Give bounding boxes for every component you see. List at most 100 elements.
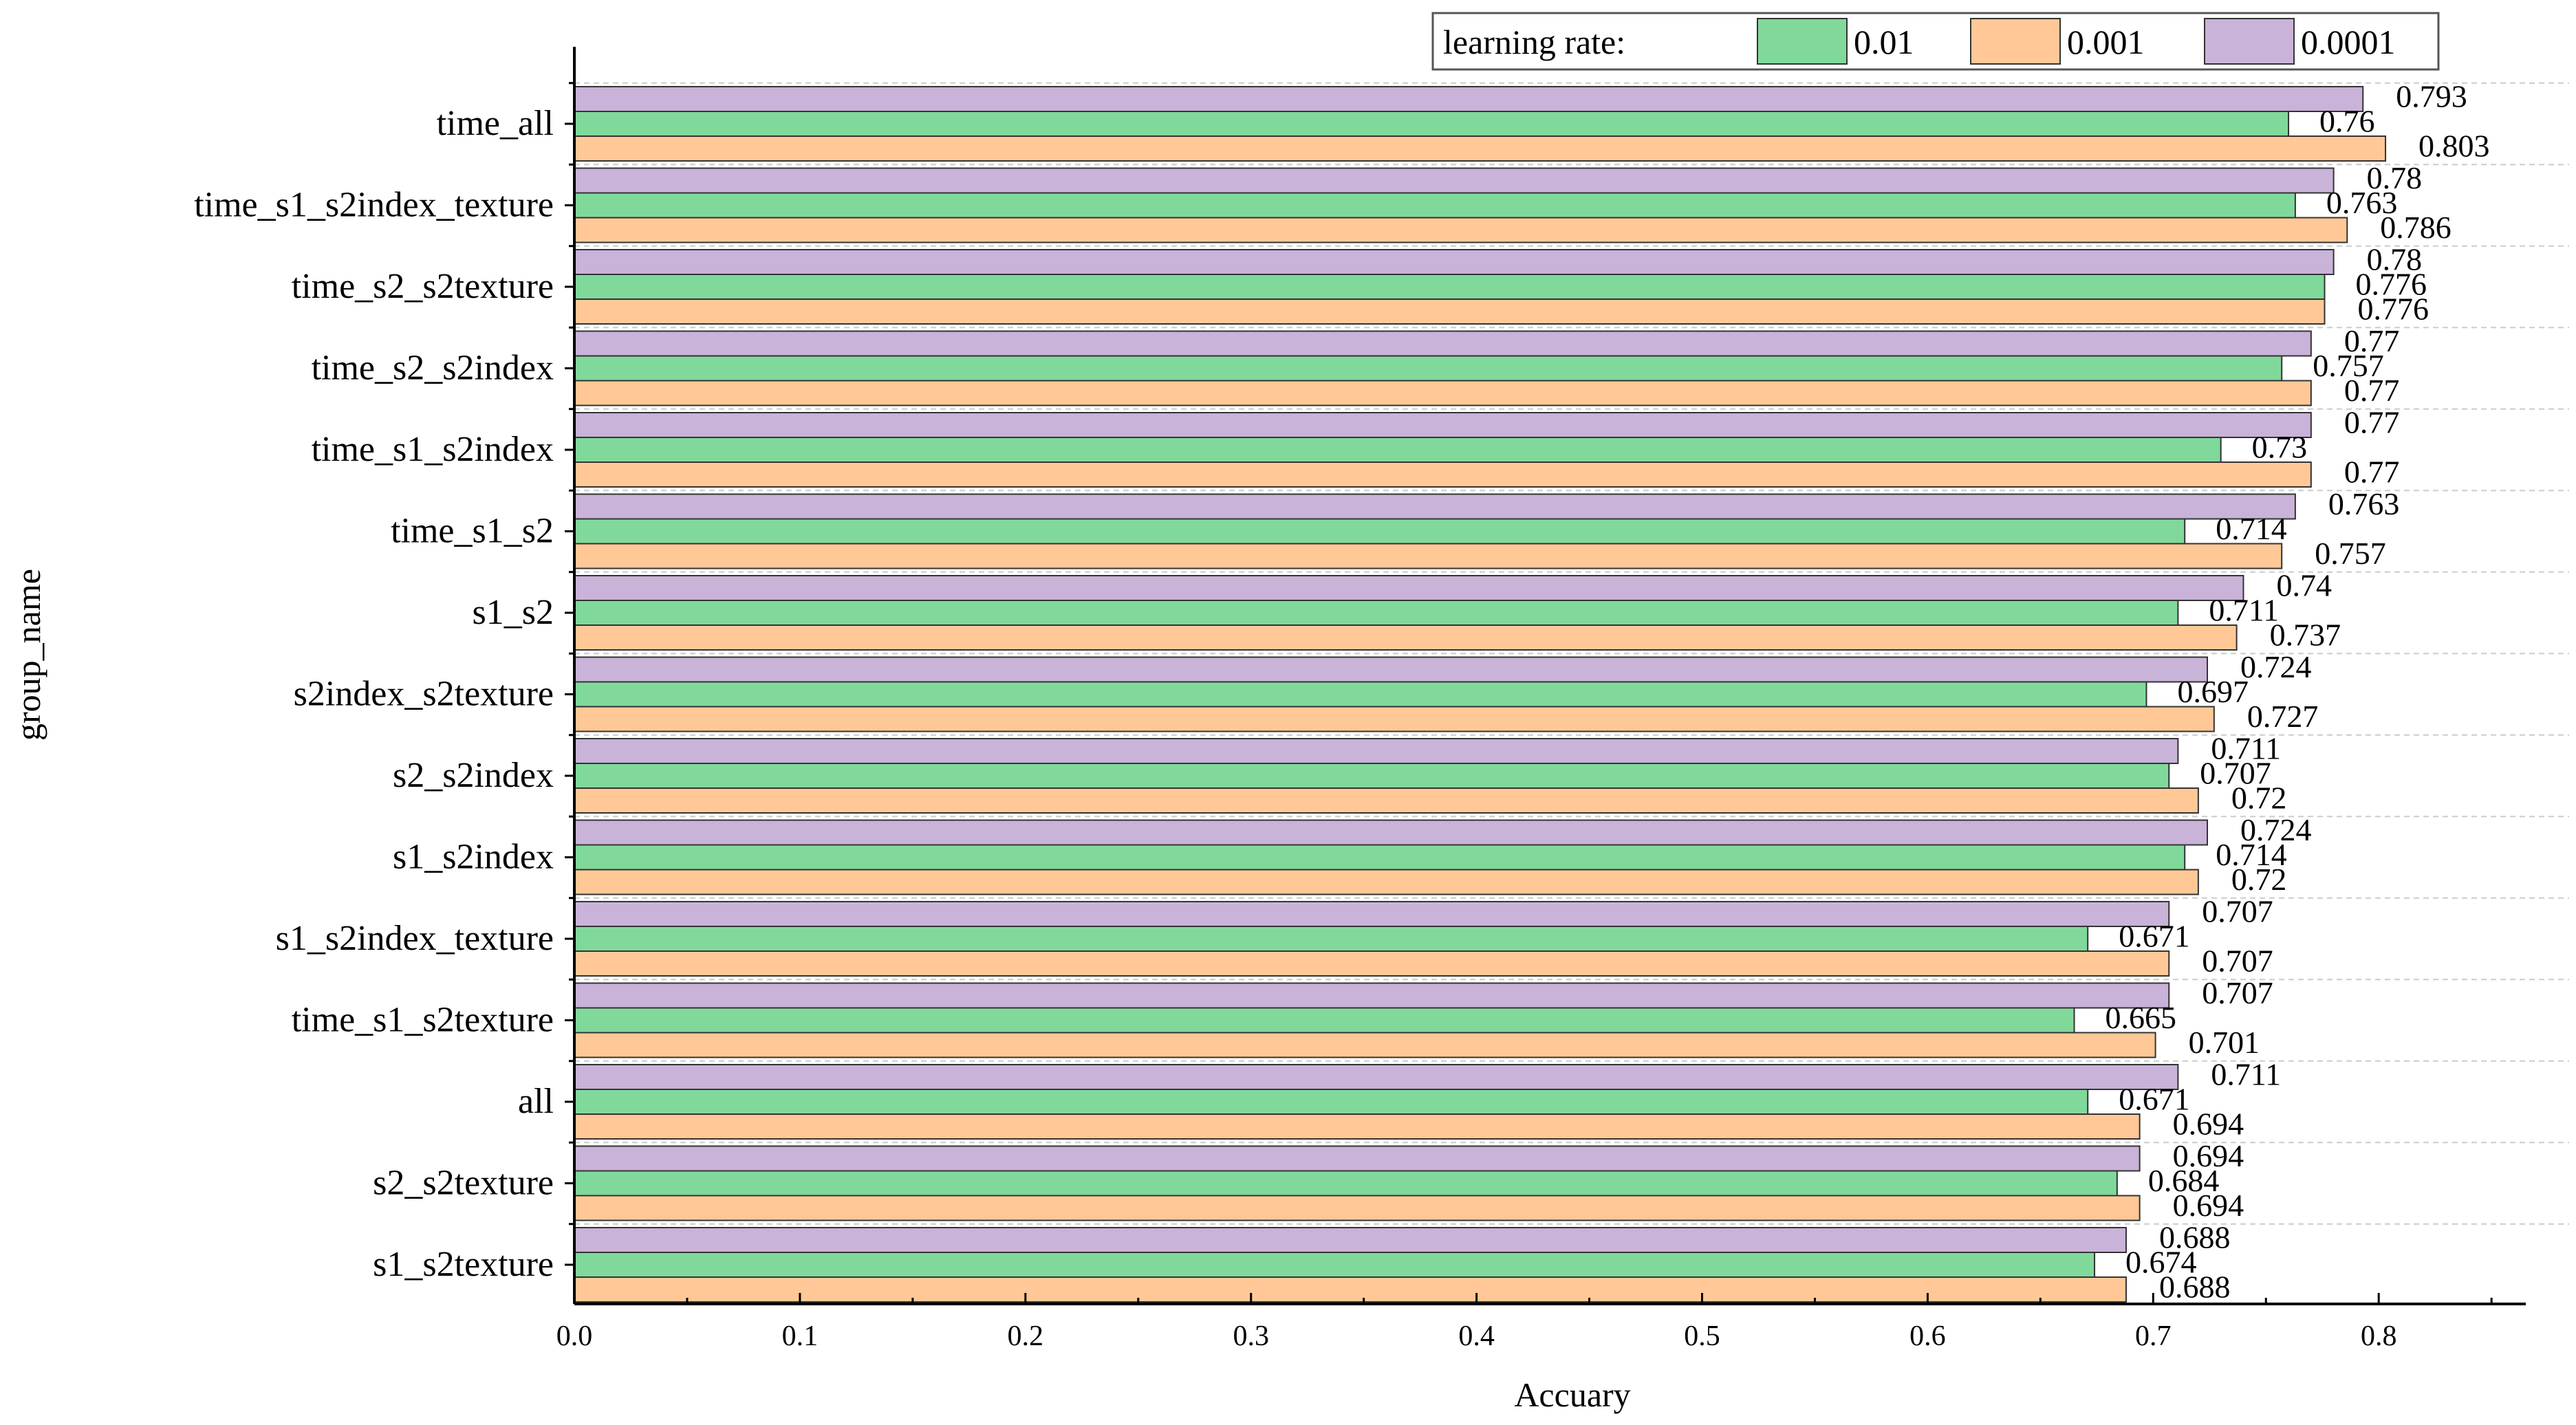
category-label: time_s2_s2index	[312, 349, 554, 388]
legend-label: 0.01	[1854, 23, 1914, 61]
bar-0.001	[574, 298, 2326, 325]
value-label: 0.793	[2396, 79, 2467, 114]
bar-0.0001	[574, 982, 2170, 1009]
bar-0.01	[574, 681, 2147, 708]
value-label: 0.707	[2202, 894, 2273, 929]
value-label: 0.76	[2319, 104, 2375, 139]
x-axis-label: Accuary	[1514, 1375, 1630, 1414]
x-tick-label: 0.5	[1684, 1320, 1720, 1352]
grouped-bar-chart: 0.7930.760.8030.780.7630.7860.780.7760.7…	[9, 12, 2569, 1414]
bar-0.01	[574, 1170, 2118, 1197]
value-label: 0.711	[2211, 1057, 2281, 1092]
category-label: time_s1_s2texture	[292, 1001, 554, 1040]
value-label: 0.697	[2177, 674, 2249, 709]
category-label: s1_s2texture	[373, 1245, 554, 1284]
bar-0.0001	[574, 167, 2335, 194]
legend-swatch-0.01	[1757, 18, 1848, 65]
bar-0.001	[574, 543, 2283, 569]
bar-0.01	[574, 763, 2170, 789]
x-tick-label: 0.0	[556, 1320, 593, 1352]
bar-0.0001	[574, 738, 2179, 764]
bar-0.01	[574, 518, 2186, 545]
value-label: 0.724	[2240, 649, 2312, 684]
legend: learning rate: 0.01 0.001 0.0001	[1431, 12, 2440, 71]
value-label: 0.694	[2173, 1107, 2244, 1142]
bar-0.0001	[574, 493, 2296, 520]
bar-0.0001	[574, 86, 2364, 112]
x-tick-label: 0.6	[1909, 1320, 1946, 1352]
value-label: 0.707	[2202, 975, 2273, 1010]
x-tick-label: 0.7	[2135, 1320, 2172, 1352]
legend-title: learning rate:	[1443, 23, 1625, 61]
value-label: 0.803	[2418, 129, 2490, 164]
bar-0.001	[574, 1032, 2156, 1058]
bar-0.0001	[574, 1064, 2179, 1090]
bar-0.01	[574, 926, 2089, 952]
category-label: s2index_s2texture	[294, 675, 554, 714]
value-label: 0.72	[2231, 862, 2287, 897]
bar-0.01	[574, 111, 2290, 137]
bar-0.0001	[574, 1227, 2127, 1253]
value-label: 0.701	[2189, 1025, 2260, 1060]
legend-label: 0.001	[2067, 23, 2145, 61]
legend-swatch-0.0001	[2204, 18, 2295, 65]
y-axis-label: group_name	[9, 569, 47, 741]
value-label: 0.786	[2380, 210, 2451, 245]
category-label: s1_s2	[473, 593, 554, 632]
value-label: 0.694	[2173, 1188, 2244, 1223]
category-label: s1_s2index	[393, 838, 554, 877]
bar-0.001	[574, 706, 2215, 732]
x-tick-label: 0.3	[1233, 1320, 1269, 1352]
value-label: 0.763	[2328, 486, 2400, 521]
bar-0.001	[574, 135, 2387, 162]
value-label: 0.74	[2276, 568, 2332, 603]
value-label: 0.711	[2209, 593, 2279, 628]
category-label: time_all	[437, 104, 554, 143]
x-tick-label: 0.8	[2361, 1320, 2397, 1352]
bar-0.01	[574, 1252, 2096, 1278]
category-label: time_s1_s2index	[312, 430, 554, 469]
value-label: 0.72	[2231, 781, 2287, 816]
bar-0.001	[574, 869, 2199, 895]
bar-0.0001	[574, 330, 2312, 357]
bar-0.0001	[574, 656, 2208, 683]
bar-0.0001	[574, 249, 2335, 275]
bar-0.001	[574, 217, 2348, 243]
bar-0.01	[574, 437, 2222, 463]
value-label: 0.688	[2159, 1270, 2231, 1305]
bar-0.01	[574, 844, 2186, 871]
value-label: 0.714	[2216, 511, 2287, 546]
category-label: all	[518, 1082, 554, 1121]
value-label: 0.77	[2344, 455, 2400, 490]
bar-0.0001	[574, 575, 2244, 601]
value-label: 0.707	[2202, 944, 2273, 979]
category-label: s2_s2texture	[373, 1164, 554, 1203]
value-label: 0.77	[2344, 405, 2400, 440]
value-label: 0.73	[2252, 430, 2308, 465]
bar-0.001	[574, 624, 2238, 651]
x-tick-label: 0.1	[782, 1320, 819, 1352]
legend-label: 0.0001	[2301, 23, 2396, 61]
bar-0.001	[574, 787, 2199, 814]
category-label: time_s1_s2index_texture	[194, 186, 554, 225]
bar-0.01	[574, 355, 2283, 382]
value-label: 0.757	[2315, 536, 2386, 571]
bar-0.001	[574, 461, 2312, 488]
bar-0.01	[574, 274, 2326, 300]
bar-0.001	[574, 1113, 2141, 1140]
bar-0.001	[574, 380, 2312, 406]
value-label: 0.737	[2270, 618, 2341, 653]
value-label: 0.727	[2247, 699, 2319, 734]
legend-swatch-0.001	[1970, 18, 2061, 65]
bar-0.01	[574, 1007, 2075, 1034]
value-label: 0.77	[2344, 373, 2400, 408]
bar-0.0001	[574, 819, 2208, 846]
category-label: time_s1_s2	[391, 512, 554, 551]
bar-0.0001	[574, 901, 2170, 927]
bar-0.001	[574, 1276, 2127, 1303]
bars	[574, 86, 2387, 1303]
bar-0.0001	[574, 412, 2312, 438]
bar-0.001	[574, 1195, 2141, 1221]
category-label: time_s2_s2texture	[292, 267, 554, 306]
bar-0.001	[574, 950, 2170, 977]
